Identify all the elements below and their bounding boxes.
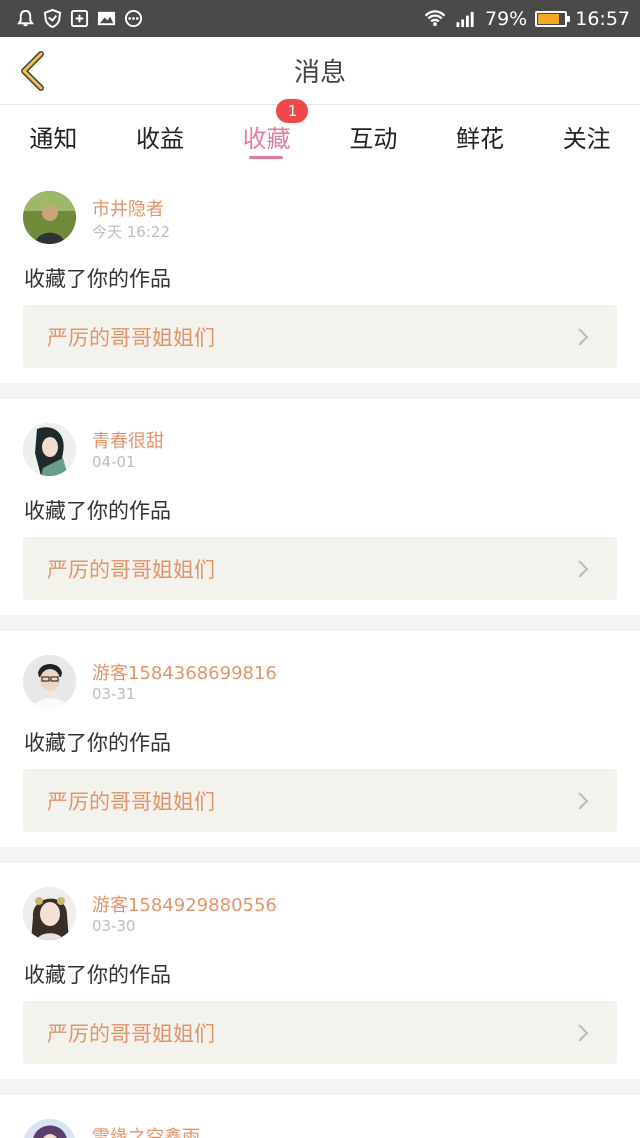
chevron-right-icon xyxy=(573,1023,593,1043)
tab-notifications[interactable]: 通知 xyxy=(0,105,107,167)
chevron-left-icon xyxy=(21,51,44,91)
status-bar-notification-icons xyxy=(16,9,143,28)
image-icon xyxy=(97,9,116,28)
timestamp: 03-30 xyxy=(92,917,136,935)
work-title: 严厉的哥哥姐姐们 xyxy=(47,789,215,814)
tab-label: 通知 xyxy=(29,124,78,153)
back-button[interactable] xyxy=(12,49,52,93)
list-item: 青春很甜 04-01 收藏了你的作品 严厉的哥哥姐姐们 xyxy=(0,399,640,615)
clock: 16:57 xyxy=(575,7,630,30)
tab-label: 收益 xyxy=(136,124,184,153)
chevron-right-icon xyxy=(573,559,593,579)
status-bar: 79% 16:57 xyxy=(0,0,640,37)
chevron-right-icon xyxy=(573,791,593,811)
alarm-bell-icon xyxy=(16,9,35,28)
avatar[interactable] xyxy=(23,887,76,940)
timestamp: 今天 16:22 xyxy=(92,223,170,241)
tab-label: 互动 xyxy=(349,124,398,153)
unread-badge: 1 xyxy=(276,99,309,123)
list-item: 游客1584929880556 03-30 收藏了你的作品 严厉的哥哥姐姐们 xyxy=(0,863,640,1079)
avatar[interactable] xyxy=(23,423,76,476)
list-item: 市井隐者 今天 16:22 收藏了你的作品 严厉的哥哥姐姐们 xyxy=(0,167,640,383)
list-item: 雪缘之空鑫雨 xyxy=(0,1095,640,1138)
user-name[interactable]: 雪缘之空鑫雨 xyxy=(92,1123,200,1138)
user-name[interactable]: 青春很甜 xyxy=(92,427,164,453)
status-bar-system: 79% 16:57 xyxy=(423,8,630,30)
message-tabs: 通知 收益 收藏 1 互动 鲜花 关注 xyxy=(0,99,640,167)
work-title: 严厉的哥哥姐姐们 xyxy=(47,557,215,582)
plus-box-icon xyxy=(70,9,89,28)
tab-flowers[interactable]: 鲜花 xyxy=(427,105,534,167)
work-title: 严厉的哥哥姐姐们 xyxy=(47,1021,215,1046)
user-name[interactable]: 游客1584929880556 xyxy=(92,891,277,917)
wifi-icon xyxy=(423,9,447,28)
timestamp: 04-01 xyxy=(92,453,136,471)
shield-icon xyxy=(43,9,62,28)
top-bar: 消息 xyxy=(0,37,640,105)
battery-percent: 79% xyxy=(485,7,528,30)
work-title: 严厉的哥哥姐姐们 xyxy=(47,325,215,350)
tab-follows[interactable]: 关注 xyxy=(533,105,640,167)
favorites-feed: 市井隐者 今天 16:22 收藏了你的作品 严厉的哥哥姐姐们 青春很甜 04-0… xyxy=(0,167,640,1138)
user-name[interactable]: 市井隐者 xyxy=(92,195,164,221)
activity-text: 收藏了你的作品 xyxy=(24,267,171,291)
battery-icon xyxy=(535,10,571,27)
tab-label: 关注 xyxy=(562,124,611,153)
activity-text: 收藏了你的作品 xyxy=(24,963,171,987)
tab-label: 鲜花 xyxy=(456,124,505,153)
tab-label: 收藏 xyxy=(242,124,291,153)
tab-interactions[interactable]: 互动 xyxy=(320,105,427,167)
avatar[interactable] xyxy=(23,1119,76,1138)
more-dots-icon xyxy=(124,9,143,28)
work-link[interactable]: 严厉的哥哥姐姐们 xyxy=(23,769,617,832)
signal-icon xyxy=(455,9,477,28)
tab-earnings[interactable]: 收益 xyxy=(107,105,214,167)
tab-favorites[interactable]: 收藏 1 xyxy=(213,99,320,167)
list-item: 游客1584368699816 03-31 收藏了你的作品 严厉的哥哥姐姐们 xyxy=(0,631,640,847)
avatar[interactable] xyxy=(23,655,76,708)
activity-text: 收藏了你的作品 xyxy=(24,731,171,755)
work-link[interactable]: 严厉的哥哥姐姐们 xyxy=(23,1001,617,1064)
activity-text: 收藏了你的作品 xyxy=(24,499,171,523)
work-link[interactable]: 严厉的哥哥姐姐们 xyxy=(23,537,617,600)
user-name[interactable]: 游客1584368699816 xyxy=(92,659,277,685)
active-tab-indicator xyxy=(249,156,284,159)
work-link[interactable]: 严厉的哥哥姐姐们 xyxy=(23,305,617,368)
chevron-right-icon xyxy=(573,327,593,347)
page-title: 消息 xyxy=(293,58,346,88)
avatar[interactable] xyxy=(23,191,76,244)
timestamp: 03-31 xyxy=(92,685,136,703)
